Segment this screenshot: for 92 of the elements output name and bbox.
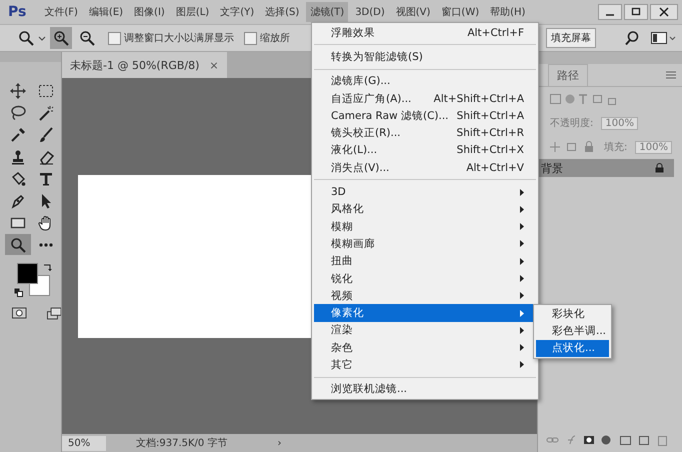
menu-item[interactable]: 点状化... bbox=[536, 340, 609, 357]
menu-icon[interactable] bbox=[666, 71, 676, 79]
menu-item[interactable]: 模糊画廊 bbox=[314, 235, 536, 253]
document-info: 文档:937.5K/0 字节 bbox=[136, 436, 228, 450]
app-logo: Ps bbox=[8, 4, 26, 20]
menu-item[interactable]: 像素化 bbox=[314, 304, 536, 322]
move-icon bbox=[10, 82, 26, 98]
close-icon[interactable] bbox=[650, 4, 678, 20]
checkbox-label: 调整窗口大小以满屏显示 bbox=[124, 32, 234, 45]
document-tab[interactable]: 未标题-1 @ 50%(RGB/8) × bbox=[62, 52, 227, 78]
menu-item[interactable]: 锐化 bbox=[314, 270, 536, 288]
menu-item[interactable]: Camera Raw 滤镜(C)... Shift+Ctrl+A bbox=[314, 107, 536, 124]
menu-item[interactable]: 模糊 bbox=[314, 218, 536, 236]
submenu-arrow-icon bbox=[520, 206, 524, 213]
lock-options-icon bbox=[550, 141, 596, 153]
menu-item[interactable]: 杂色 bbox=[314, 339, 536, 356]
type-icon bbox=[38, 170, 54, 186]
magnifier-icon bbox=[18, 30, 34, 46]
menu-item[interactable]: 镜头校正(R)... Shift+Ctrl+R bbox=[314, 124, 536, 142]
pen-icon bbox=[10, 192, 26, 208]
search-icon[interactable] bbox=[624, 30, 640, 46]
submenu-arrow-icon bbox=[520, 326, 524, 334]
lock-icon bbox=[655, 163, 664, 173]
zoom-in-button[interactable] bbox=[50, 27, 72, 49]
fill-screen-button[interactable]: 填充屏幕 bbox=[546, 28, 596, 48]
menu-item[interactable]: 其它 bbox=[314, 356, 536, 374]
eraser-icon bbox=[38, 148, 54, 164]
quick-mask-icon[interactable] bbox=[12, 307, 26, 319]
color-swatches-icon[interactable] bbox=[17, 263, 51, 297]
menu-item[interactable]: 帮助(H) bbox=[486, 2, 530, 22]
menu-item[interactable]: 滤镜库(G)... bbox=[314, 72, 536, 90]
checkbox[interactable] bbox=[108, 32, 121, 44]
checkbox[interactable] bbox=[244, 32, 257, 44]
lasso-icon bbox=[10, 104, 26, 120]
workspace-icon[interactable] bbox=[650, 30, 676, 46]
menu-item[interactable]: 浮雕效果 Alt+Ctrl+F bbox=[314, 24, 536, 42]
brush-icon bbox=[38, 126, 54, 142]
magnifier-icon bbox=[10, 236, 26, 252]
layer-name: 背景 bbox=[541, 160, 563, 176]
fill-label: 填充: bbox=[604, 140, 628, 154]
submenu-arrow-icon bbox=[520, 258, 524, 265]
menu-item[interactable]: 视频 bbox=[314, 287, 536, 304]
submenu-arrow-icon bbox=[520, 310, 524, 317]
opacity-label: 不透明度: bbox=[550, 116, 594, 130]
submenu-arrow-icon bbox=[520, 240, 524, 248]
minimize-icon[interactable] bbox=[598, 4, 622, 20]
menu-item[interactable]: 浏览联机滤镜... bbox=[314, 380, 536, 398]
submenu-arrow-icon bbox=[520, 292, 524, 300]
menu-item[interactable]: 视图(V) bbox=[392, 2, 434, 22]
maximize-icon[interactable] bbox=[624, 4, 648, 20]
menu-item[interactable]: 自适应广角(A)... Alt+Shift+Ctrl+A bbox=[314, 90, 536, 108]
menu-item[interactable]: 扭曲 bbox=[314, 252, 536, 270]
zoom-in-icon bbox=[53, 30, 69, 46]
stamp-icon bbox=[10, 148, 26, 164]
menu-item[interactable]: 窗口(W) bbox=[437, 2, 484, 22]
magic-wand-icon bbox=[38, 104, 54, 120]
zoom-out-icon bbox=[79, 30, 95, 46]
menu-item[interactable]: 文字(Y) bbox=[216, 2, 258, 22]
menu-item[interactable]: 风格化 bbox=[314, 200, 536, 218]
checkbox-label: 缩放所 bbox=[260, 32, 290, 45]
submenu-arrow-icon bbox=[520, 223, 524, 230]
submenu-arrow-icon bbox=[520, 275, 524, 282]
menu-item[interactable]: 渲染 bbox=[314, 322, 536, 340]
menu-item[interactable]: 彩块化 bbox=[536, 306, 609, 323]
swap-colors-icon[interactable] bbox=[43, 263, 52, 272]
menu-item[interactable]: 3D(D) bbox=[351, 4, 389, 20]
more-tools-icon bbox=[38, 242, 54, 246]
menu-item[interactable]: 3D bbox=[314, 183, 536, 201]
menu-item[interactable]: 图像(I) bbox=[130, 2, 169, 22]
menu-item[interactable]: 图层(L) bbox=[172, 2, 214, 22]
bucket-icon bbox=[10, 170, 26, 186]
submenu-arrow-icon bbox=[520, 361, 524, 368]
marquee-icon bbox=[38, 82, 54, 98]
status-arrow-button[interactable]: › bbox=[277, 438, 282, 448]
menu-item[interactable]: 消失点(V)... Alt+Ctrl+V bbox=[314, 159, 536, 176]
menu-item[interactable]: 文件(F) bbox=[40, 2, 82, 22]
menu-item[interactable]: 彩色半调... bbox=[536, 323, 609, 340]
menu-item[interactable]: 选择(S) bbox=[261, 2, 304, 22]
document-title: 未标题-1 @ 50%(RGB/8) bbox=[70, 58, 200, 72]
layer-row[interactable]: 背景 bbox=[538, 159, 674, 177]
submenu-arrow-icon bbox=[520, 188, 524, 196]
zoom-level-field[interactable]: 50% bbox=[62, 436, 106, 450]
close-tab-button[interactable]: × bbox=[209, 58, 219, 72]
panel-tab[interactable]: 路径 bbox=[548, 64, 588, 86]
menu-item[interactable]: 转换为智能滤镜(S) bbox=[314, 48, 536, 66]
menu-item[interactable]: 滤镜(T) bbox=[306, 2, 348, 22]
menu-item[interactable]: 液化(L)... Shift+Ctrl+X bbox=[314, 142, 536, 160]
default-colors-icon[interactable] bbox=[14, 288, 23, 297]
eyedropper-icon bbox=[10, 126, 26, 142]
submenu-arrow-icon bbox=[520, 344, 524, 352]
menu-item[interactable]: 编辑(E) bbox=[84, 2, 128, 22]
screen-mode-icon[interactable] bbox=[46, 307, 61, 320]
